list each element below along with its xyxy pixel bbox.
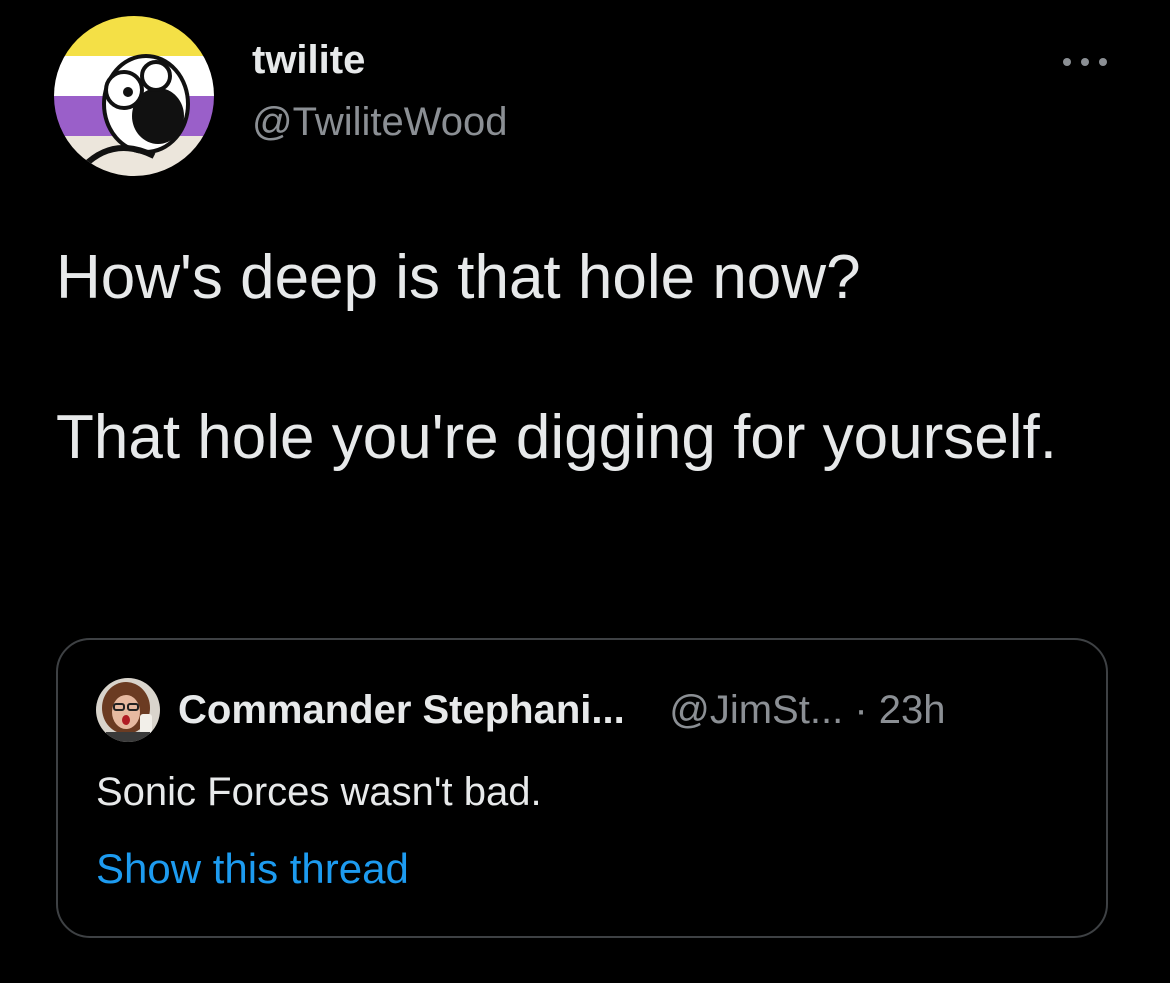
author-display-name[interactable]: twilite <box>252 36 365 84</box>
quote-header: Commander Stephani... @JimSt... · 23h <box>178 684 946 736</box>
author-avatar[interactable] <box>54 16 214 176</box>
quote-author-display-name[interactable]: Commander Stephani... <box>178 688 625 732</box>
user-photo-avatar-icon <box>96 678 160 742</box>
ellipsis-icon <box>1063 58 1107 66</box>
quote-author-avatar[interactable] <box>96 678 160 742</box>
quote-author-handle[interactable]: @JimSt... <box>669 688 843 732</box>
quote-timestamp[interactable]: 23h <box>879 688 946 732</box>
cartoon-character-avatar-icon <box>54 16 214 176</box>
quoted-tweet-card[interactable]: Commander Stephani... @JimSt... · 23h So… <box>56 638 1108 938</box>
show-thread-link[interactable]: Show this thread <box>96 842 409 896</box>
tweet: twilite @TwiliteWood How's deep is that … <box>0 0 1170 983</box>
quote-text: Sonic Forces wasn't bad. <box>96 770 542 814</box>
tweet-text: How's deep is that hole now? That hole y… <box>56 243 1057 472</box>
more-options-button[interactable] <box>1058 50 1112 74</box>
quote-separator: · <box>854 688 879 732</box>
author-handle[interactable]: @TwiliteWood <box>252 98 508 146</box>
